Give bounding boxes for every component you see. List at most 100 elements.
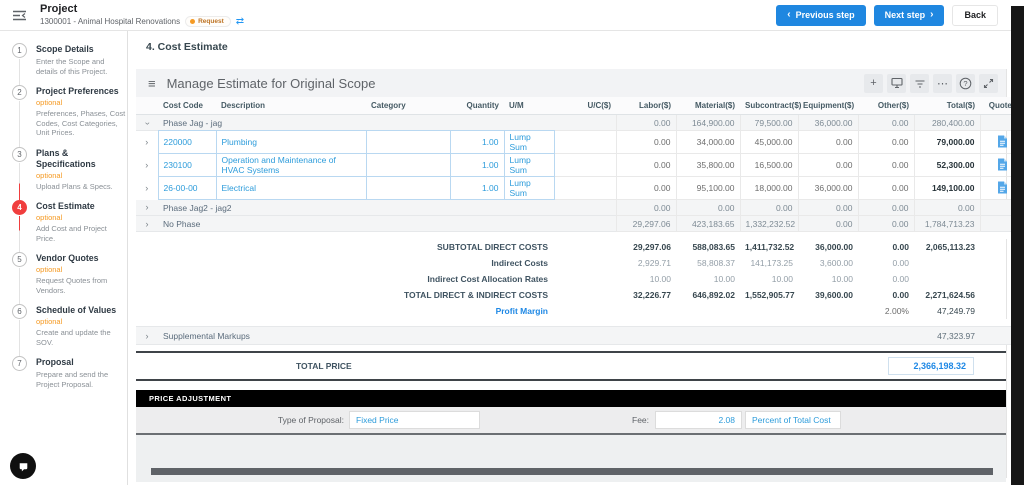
step-number: 2 bbox=[12, 85, 27, 100]
fullscreen-button[interactable] bbox=[979, 73, 998, 93]
fee-unit-field[interactable]: Percent of Total Cost bbox=[745, 411, 842, 429]
phase-group-row[interactable]: › Phase Jag2 - jag2 0.00 0.00 0.00 0.00 0.00 0.… bbox=[136, 199, 1024, 216]
chevron-right-icon[interactable]: › bbox=[146, 331, 149, 341]
help-button[interactable]: ? bbox=[956, 73, 975, 93]
price-adjustment-row: Type of Proposal: Fixed Price Fee: 2.08 … bbox=[136, 407, 1006, 435]
phase-group-row[interactable]: › Phase Jag - jag 0.00 164,900.00 79,500.00 3… bbox=[136, 114, 1024, 131]
column-header-Subcontract($): Subcontract($) bbox=[740, 97, 801, 115]
estimate-toolbar: + ⋯ ? bbox=[864, 73, 998, 93]
phase-group-row[interactable]: › No Phase 29,297.06 423,183.65 1,332,232.52… bbox=[136, 215, 1024, 232]
cell-labor: 0.00 bbox=[615, 114, 677, 131]
cell-labor: 0.00 bbox=[615, 130, 677, 154]
summary-label: Indirect Costs bbox=[491, 258, 548, 268]
cell-category[interactable] bbox=[365, 176, 451, 200]
previous-step-button[interactable]: ‹ Previous step bbox=[776, 4, 866, 26]
summary-material: 646,892.02 bbox=[692, 290, 735, 300]
summary-other: 0.00 bbox=[892, 274, 909, 284]
chat-button[interactable] bbox=[10, 453, 36, 479]
profit-margin-link[interactable]: Profit Margin bbox=[136, 303, 554, 319]
column-header-Total($): Total($) bbox=[914, 97, 980, 115]
sync-icon[interactable]: ⇄ bbox=[236, 16, 244, 27]
window-right-edge bbox=[1011, 6, 1024, 485]
summary-subcontract: 10.00 bbox=[771, 274, 793, 284]
summary-label: TOTAL DIRECT & INDIRECT COSTS bbox=[403, 290, 548, 300]
cell-cost-code[interactable]: 26-00-00 bbox=[157, 176, 217, 200]
expand-cell: › bbox=[136, 177, 158, 200]
cell-um[interactable]: Lump Sum bbox=[503, 176, 555, 200]
cell-category[interactable] bbox=[365, 130, 451, 154]
cell-quantity[interactable]: 1.00 bbox=[449, 176, 505, 200]
cell-description[interactable]: Plumbing bbox=[215, 130, 367, 154]
cell-uc bbox=[553, 153, 617, 177]
cell-cost-code[interactable]: 230100 bbox=[157, 153, 217, 177]
quote-document-icon[interactable] bbox=[997, 135, 1008, 148]
cell-description[interactable]: Electrical bbox=[215, 176, 367, 200]
sidebar-step-1[interactable]: 1 Scope Details Enter the Scope and detail… bbox=[12, 43, 127, 85]
cell-quantity[interactable]: 1.00 bbox=[449, 153, 505, 177]
sidebar-step-6[interactable]: 6 Schedule of Values optional Create and up… bbox=[12, 304, 127, 356]
estimate-item-row: › 220000 Plumbing 1.00 Lump Sum 0.00 34,000.00… bbox=[136, 130, 1024, 154]
collapse-sidebar-icon[interactable] bbox=[10, 6, 28, 24]
estimate-card-header: ≡ Manage Estimate for Original Scope + ⋯… bbox=[136, 69, 1006, 97]
chevron-right-icon[interactable]: › bbox=[145, 161, 148, 170]
cell-um[interactable]: Lump Sum bbox=[503, 153, 555, 177]
sidebar-steps: 1 Scope Details Enter the Scope and detail… bbox=[0, 31, 128, 485]
cell-category[interactable] bbox=[365, 153, 451, 177]
cell-cost-code[interactable]: 220000 bbox=[157, 130, 217, 154]
sidebar-step-5[interactable]: 5 Vendor Quotes optional Request Quotes fro… bbox=[12, 252, 127, 304]
cell-material: 34,000.00 bbox=[675, 130, 741, 154]
column-header-Equipment($): Equipment($) bbox=[798, 97, 858, 115]
cell-other: 0.00 bbox=[857, 215, 915, 232]
help-icon: ? bbox=[959, 77, 972, 89]
next-step-button[interactable]: Next step › bbox=[873, 4, 945, 26]
step-label: Proposal bbox=[36, 357, 74, 367]
column-header-Cost Code: Cost Code bbox=[158, 97, 216, 115]
display-button[interactable] bbox=[887, 73, 906, 93]
back-button[interactable]: Back bbox=[952, 4, 998, 26]
cell-description[interactable]: Operation and Maintenance of HVAC System… bbox=[215, 153, 367, 177]
chevron-down-icon[interactable]: › bbox=[143, 122, 153, 125]
step-optional-tag: optional bbox=[36, 265, 63, 274]
chevron-right-icon[interactable]: › bbox=[146, 203, 149, 212]
cell-um[interactable]: Lump Sum bbox=[503, 130, 555, 154]
quote-document-icon[interactable] bbox=[997, 158, 1008, 171]
filter-button[interactable] bbox=[910, 73, 929, 93]
sidebar-step-7[interactable]: 7 Proposal Prepare and send the Project Pr… bbox=[12, 356, 127, 398]
fee-label: Fee: bbox=[632, 415, 650, 425]
estimate-table: Cost Code Description Category Quantity U/M U… bbox=[136, 97, 1024, 345]
sidebar-step-2[interactable]: 2 Project Preferences optional Preferences,… bbox=[12, 85, 127, 147]
add-button[interactable]: + bbox=[864, 73, 883, 93]
horizontal-scrollbar[interactable] bbox=[151, 468, 993, 475]
cell-other: 0.00 bbox=[857, 114, 915, 131]
cell-material: 95,100.00 bbox=[675, 176, 741, 200]
summary-equipment: 36,000.00 bbox=[815, 242, 853, 252]
chevron-right-icon[interactable]: › bbox=[145, 138, 148, 147]
quote-document-icon[interactable] bbox=[997, 181, 1008, 194]
type-of-proposal-field[interactable]: Fixed Price bbox=[349, 411, 480, 429]
supplemental-markups-row[interactable]: › Supplemental Markups 47,323.97 bbox=[136, 326, 1024, 345]
summary-material: 58,808.37 bbox=[697, 258, 735, 268]
step-body: Schedule of Values optional Create and upd… bbox=[36, 304, 127, 347]
more-button[interactable]: ⋯ bbox=[933, 73, 952, 93]
cell-quantity[interactable]: 1.00 bbox=[449, 130, 505, 154]
sidebar-step-4[interactable]: 4 Cost Estimate optional Add Cost and Proje… bbox=[12, 200, 127, 252]
cell-subcontract: 1,332,232.52 bbox=[739, 215, 799, 232]
estimate-item-row: › 26-00-00 Electrical 1.00 Lump Sum 0.00 95,10… bbox=[136, 176, 1024, 200]
fee-value-field[interactable]: 2.08 bbox=[655, 411, 743, 429]
summary-subcontract: 1,552,905.77 bbox=[745, 290, 795, 300]
card-menu-icon[interactable]: ≡ bbox=[148, 76, 156, 91]
summary-other: 0.00 bbox=[892, 290, 909, 300]
cell-material: 0.00 bbox=[675, 199, 741, 216]
column-header-Other($): Other($) bbox=[858, 97, 914, 115]
chevron-right-icon[interactable]: › bbox=[145, 184, 148, 193]
chevron-right-icon[interactable]: › bbox=[146, 219, 149, 229]
step-body: Cost Estimate optional Add Cost and Projec… bbox=[36, 200, 127, 243]
project-name: 1300001 - Animal Hospital Renovations bbox=[40, 17, 181, 26]
column-header-Material($): Material($) bbox=[676, 97, 740, 115]
app-window: Project 1300001 - Animal Hospital Renova… bbox=[0, 0, 1024, 485]
spacer-row bbox=[136, 319, 1024, 327]
sidebar-step-3[interactable]: 3 Plans & Specifications optional Upload Pl… bbox=[12, 146, 127, 201]
summary-labor: 29,297.06 bbox=[633, 242, 671, 252]
main-content: 4. Cost Estimate ≡ Manage Estimate for O… bbox=[129, 31, 1024, 485]
total-price-value[interactable]: 2,366,198.32 bbox=[888, 357, 974, 375]
